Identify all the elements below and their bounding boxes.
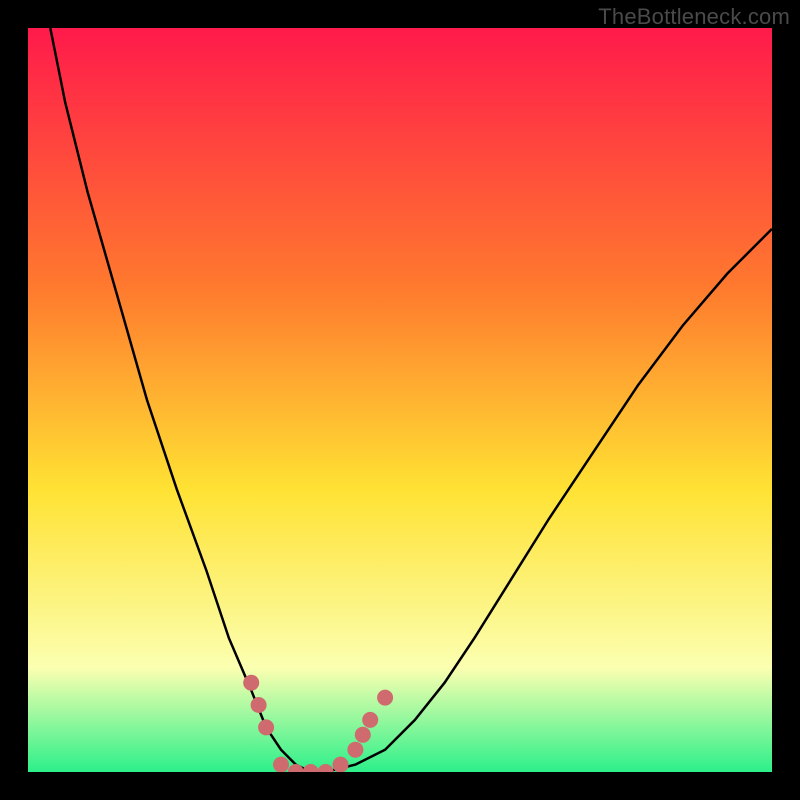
- watermark-text: TheBottleneck.com: [598, 4, 790, 30]
- bottleneck-chart: [28, 28, 772, 772]
- data-marker: [243, 675, 259, 691]
- data-marker: [355, 727, 371, 743]
- data-marker: [273, 757, 289, 772]
- data-marker: [251, 697, 267, 713]
- data-marker: [333, 757, 349, 772]
- data-marker: [362, 712, 378, 728]
- plot-background: [28, 28, 772, 772]
- data-marker: [377, 690, 393, 706]
- data-marker: [347, 742, 363, 758]
- data-marker: [258, 719, 274, 735]
- chart-frame: TheBottleneck.com: [0, 0, 800, 800]
